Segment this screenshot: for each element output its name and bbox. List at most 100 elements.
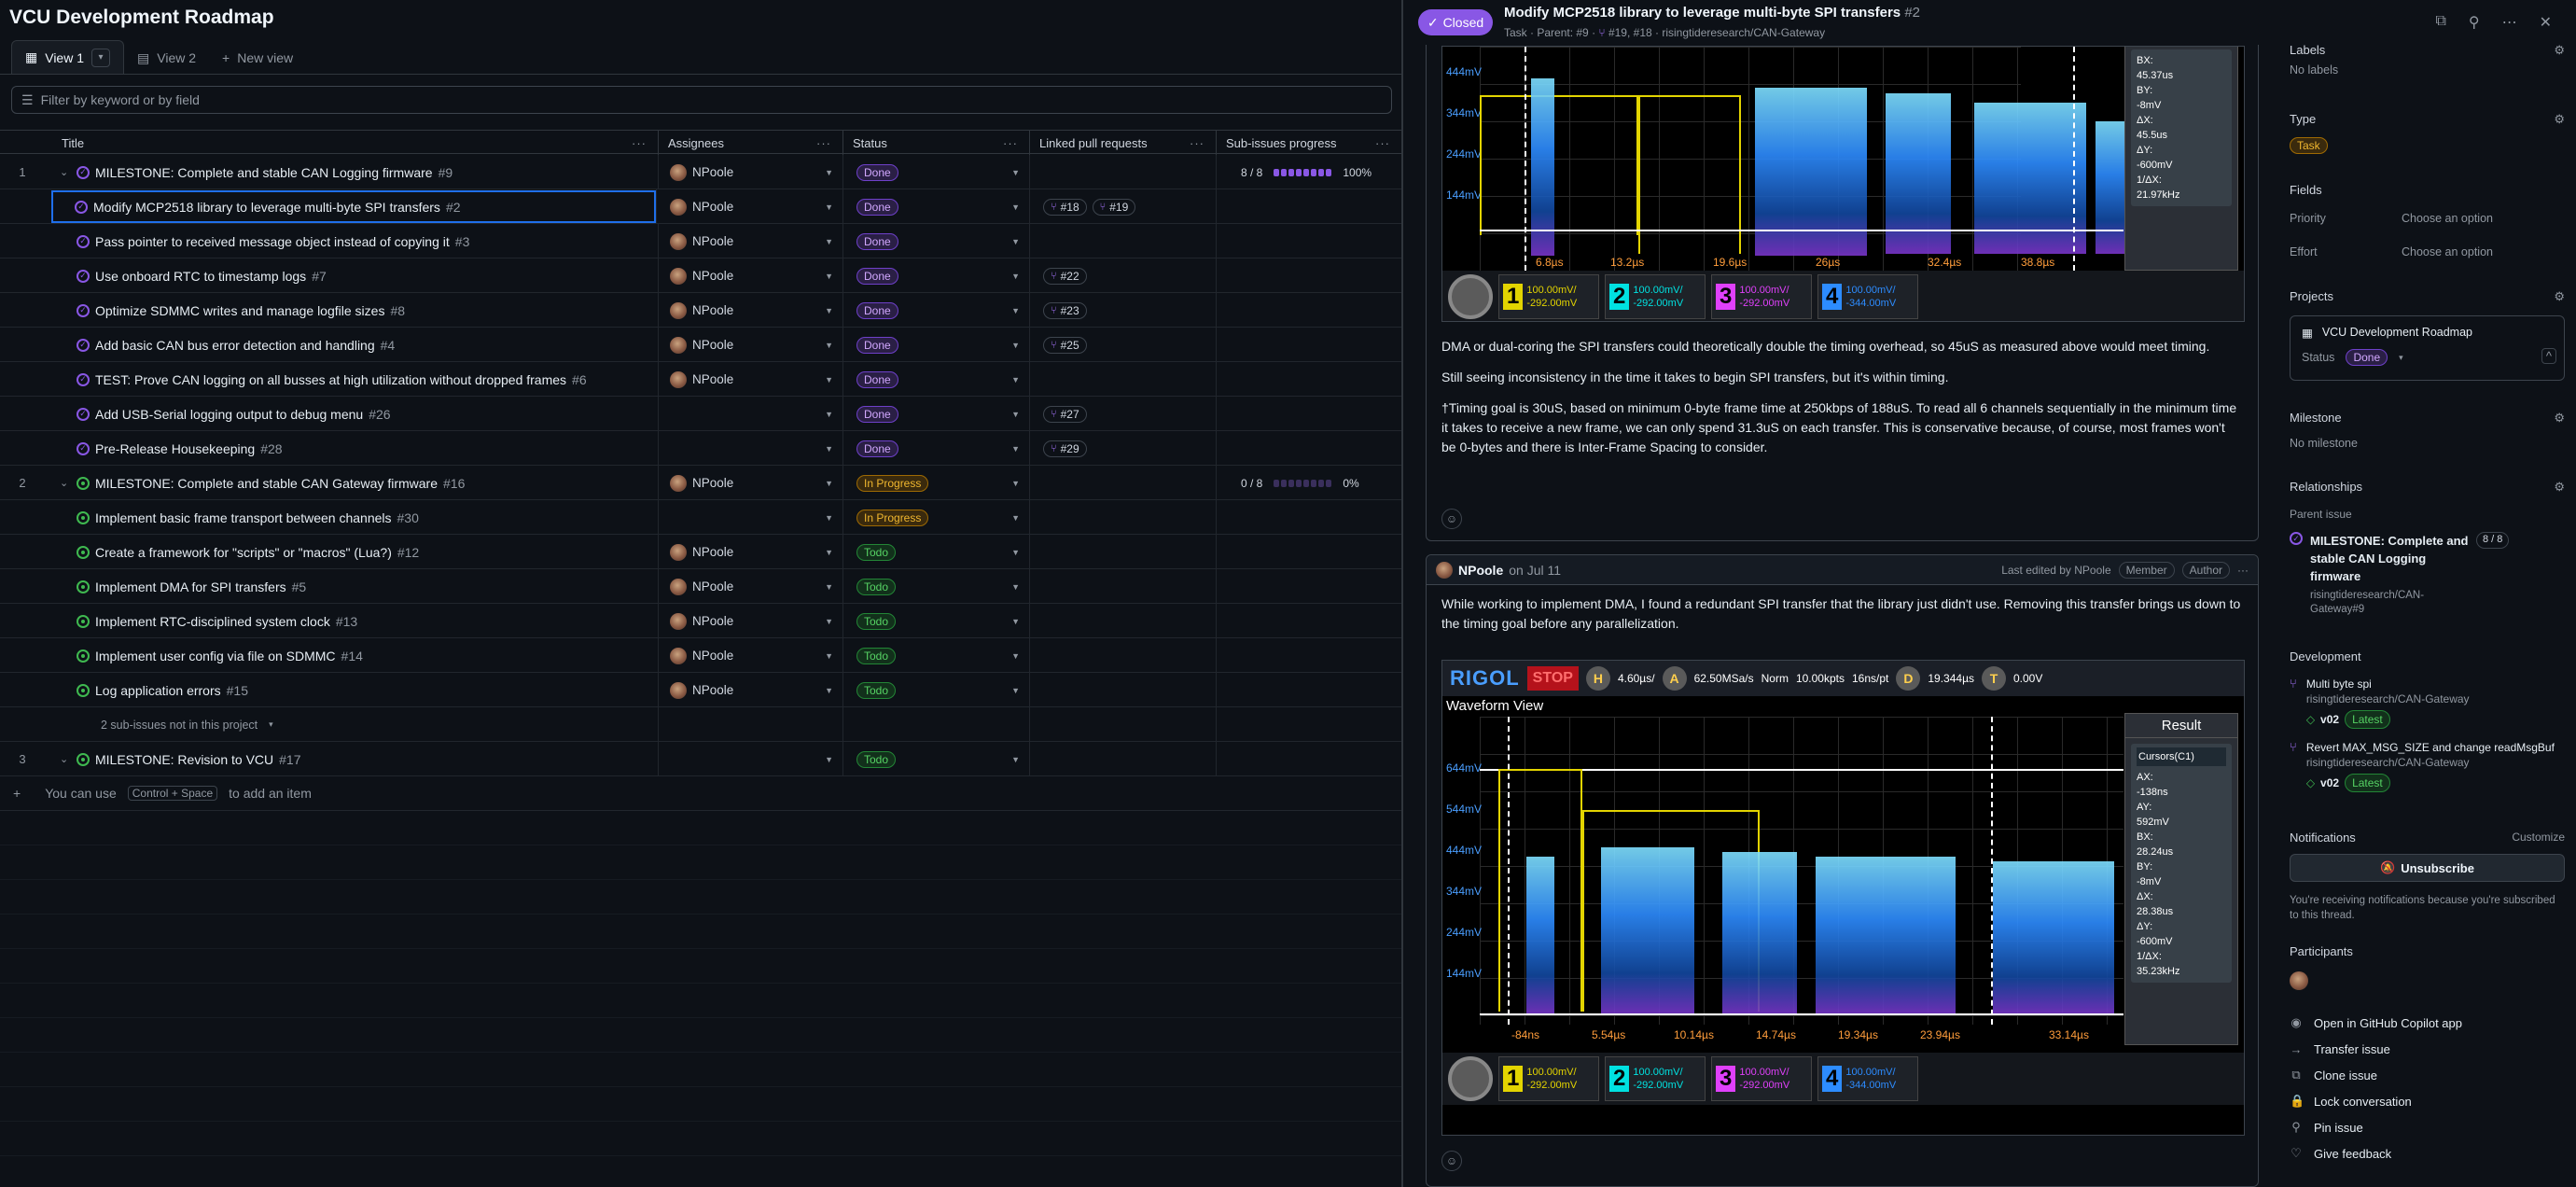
gear-icon[interactable]: ⚙ xyxy=(2554,289,2565,304)
more-icon[interactable]: ⋯ xyxy=(2502,13,2517,32)
assignee-cell[interactable]: NPoole ▼ xyxy=(659,155,843,189)
title-cell[interactable]: Use onboard RTC to timestamp logs #7 xyxy=(52,258,659,293)
more-icon[interactable]: ··· xyxy=(816,136,831,150)
title-cell[interactable]: Implement user config via file on SDMMC #… xyxy=(52,638,659,673)
assignee-cell[interactable]: NPoole ▼ xyxy=(659,569,843,604)
issue-title[interactable]: 2 sub-issues not in this project xyxy=(101,719,258,732)
title-cell[interactable]: ⌄ MILESTONE: Complete and stable CAN Logg… xyxy=(52,155,659,189)
chevron-down-icon[interactable]: ▼ xyxy=(1011,651,1020,661)
assignee-cell[interactable]: NPoole ▼ xyxy=(659,673,843,707)
table-row[interactable]: Implement basic frame transport between … xyxy=(0,500,1401,535)
assignee-cell[interactable]: NPoole ▼ xyxy=(659,604,843,638)
issue-title[interactable]: MILESTONE: Revision to VCU xyxy=(95,752,273,767)
chevron-down-icon[interactable]: ▼ xyxy=(825,410,833,419)
title-cell[interactable]: Implement basic frame transport between … xyxy=(52,500,659,535)
title-cell[interactable]: ⌄ MILESTONE: Complete and stable CAN Gate… xyxy=(52,466,659,500)
title-cell[interactable]: Add basic CAN bus error detection and ha… xyxy=(52,328,659,362)
table-row[interactable]: Add basic CAN bus error detection and ha… xyxy=(0,328,1401,362)
chevron-down-icon[interactable]: ▼ xyxy=(825,168,833,177)
title-cell[interactable]: Pass pointer to received message object … xyxy=(52,224,659,258)
chevron-down-icon[interactable]: ▼ xyxy=(1011,410,1020,419)
chevron-down-icon[interactable]: ▼ xyxy=(825,202,833,212)
pr-pill[interactable]: ⑂ #18 xyxy=(1043,198,1087,216)
assignee-cell[interactable]: NPoole ▼ xyxy=(659,535,843,569)
column-title[interactable]: Title ··· xyxy=(52,131,659,155)
chevron-down-icon[interactable]: ▼ xyxy=(1011,375,1020,384)
issue-title[interactable]: Implement basic frame transport between … xyxy=(95,510,392,525)
status-cell[interactable]: Todo ▼ xyxy=(843,742,1030,776)
comment-date[interactable]: on Jul 11 xyxy=(1509,563,1561,578)
status-cell[interactable]: Todo ▼ xyxy=(843,673,1030,707)
chevron-down-icon[interactable]: ▼ xyxy=(825,651,833,661)
channel-box[interactable]: 1 100.00mV/ -292.00mV xyxy=(1498,1056,1599,1101)
chevron-down-icon[interactable]: ▼ xyxy=(825,341,833,350)
table-row[interactable]: Implement DMA for SPI transfers #5 NPoole ▼… xyxy=(0,569,1401,604)
chevron-down-icon[interactable]: ▼ xyxy=(825,444,833,454)
add-item-row[interactable]: + You can use Control + Space to add an ite… xyxy=(0,776,1401,811)
issue-title[interactable]: Add USB-Serial logging output to debug m… xyxy=(95,407,363,422)
assignee-cell[interactable]: NPoole ▼ xyxy=(659,328,843,362)
status-cell[interactable]: Todo ▼ xyxy=(843,535,1030,569)
comment-author[interactable]: NPoole xyxy=(1458,563,1503,578)
issue-action[interactable]: ♡ Give feedback xyxy=(2290,1140,2565,1166)
issue-title[interactable]: Modify MCP2518 library to leverage multi… xyxy=(93,200,440,215)
linked-prs-cell[interactable] xyxy=(1030,638,1217,673)
assignee-cell[interactable]: NPoole ▼ xyxy=(659,362,843,397)
table-row[interactable]: Modify MCP2518 library to leverage multi… xyxy=(0,189,1401,224)
linked-prs-cell[interactable] xyxy=(1030,707,1217,742)
table-row[interactable]: 3 ⌄ MILESTONE: Revision to VCU #17 ▼ Todo ▼ xyxy=(0,742,1401,776)
linked-prs-cell[interactable]: ⑂ #25 xyxy=(1030,328,1217,362)
plus-icon[interactable]: + xyxy=(13,786,21,801)
table-row[interactable]: Add USB-Serial logging output to debug m… xyxy=(0,397,1401,431)
issue-action[interactable]: ⧉ Clone issue xyxy=(2290,1062,2565,1088)
add-reaction-icon[interactable]: ☺ xyxy=(1441,509,1462,529)
effort-select[interactable]: Choose an option xyxy=(2402,245,2493,258)
assignee-cell[interactable]: NPoole ▼ xyxy=(659,638,843,673)
new-view-button[interactable]: + New view xyxy=(209,42,306,74)
release-tag[interactable]: v02 xyxy=(2320,712,2339,727)
edited-history[interactable]: Last edited by NPoole xyxy=(2001,564,2110,577)
table-row[interactable]: Create a framework for "scripts" or "mac… xyxy=(0,535,1401,569)
chevron-down-icon[interactable]: ▼ xyxy=(1011,582,1020,592)
table-row[interactable]: 1 ⌄ MILESTONE: Complete and stable CAN Log… xyxy=(0,155,1401,189)
status-cell[interactable]: Done ▼ xyxy=(843,431,1030,466)
assignee-cell[interactable]: ▼ xyxy=(659,742,843,776)
priority-select[interactable]: Choose an option xyxy=(2402,212,2493,225)
title-cell[interactable]: Modify MCP2518 library to leverage multi… xyxy=(50,189,657,224)
chevron-down-icon[interactable]: ▼ xyxy=(1011,444,1020,454)
issue-title[interactable]: TEST: Prove CAN logging on all busses at… xyxy=(95,372,566,387)
filter-input[interactable]: ☰ Filter by keyword or by field xyxy=(11,86,1392,114)
close-icon[interactable]: ✕ xyxy=(2540,13,2552,32)
issue-title[interactable]: Implement RTC-disciplined system clock xyxy=(95,614,330,629)
issue-action[interactable]: 🔒 Lock conversation xyxy=(2290,1088,2565,1114)
issue-title[interactable]: Optimize SDMMC writes and manage logfile… xyxy=(95,303,384,318)
assignee-cell[interactable]: NPoole ▼ xyxy=(659,258,843,293)
more-icon[interactable]: ··· xyxy=(2237,564,2249,577)
status-value[interactable]: Done xyxy=(2346,349,2388,366)
title-cell[interactable]: 2 sub-issues not in this project ▾ xyxy=(52,707,659,742)
linked-prs-cell[interactable] xyxy=(1030,742,1217,776)
pr-pill[interactable]: ⑂ #19 xyxy=(1092,198,1136,216)
chevron-down-icon[interactable]: ▼ xyxy=(1011,306,1020,315)
chevron-down-icon[interactable]: ▾ xyxy=(269,719,273,730)
table-row[interactable]: Log application errors #15 NPoole ▼ Todo ▼ xyxy=(0,673,1401,707)
status-cell[interactable]: Done ▼ xyxy=(843,362,1030,397)
linked-prs-cell[interactable] xyxy=(1030,224,1217,258)
linked-prs-cell[interactable] xyxy=(1030,535,1217,569)
unsubscribe-button[interactable]: 🔕 Unsubscribe xyxy=(2290,854,2565,882)
channel-box[interactable]: 3 100.00mV/ -292.00mV xyxy=(1711,274,1812,319)
linked-prs-cell[interactable]: ⑂ #23 xyxy=(1030,293,1217,328)
linked-prs-cell[interactable]: ⑂ #27 xyxy=(1030,397,1217,431)
chevron-down-icon[interactable]: ⌄ xyxy=(60,753,71,765)
title-cell[interactable]: TEST: Prove CAN logging on all busses at… xyxy=(52,362,659,397)
table-row[interactable]: Optimize SDMMC writes and manage logfile… xyxy=(0,293,1401,328)
linked-prs-cell[interactable]: ⑂ #22 xyxy=(1030,258,1217,293)
pr-pill[interactable]: ⑂ #27 xyxy=(1043,405,1087,423)
chevron-down-icon[interactable]: ▼ xyxy=(825,306,833,315)
channel-box[interactable]: 2 100.00mV/ -292.00mV xyxy=(1605,274,1706,319)
chevron-down-icon[interactable]: ▾ xyxy=(2399,353,2403,363)
column-status[interactable]: Status ··· xyxy=(843,131,1030,155)
chevron-down-icon[interactable]: ⌄ xyxy=(60,166,71,178)
chevron-down-icon[interactable]: ▼ xyxy=(825,272,833,281)
issue-title[interactable]: Create a framework for "scripts" or "mac… xyxy=(95,545,392,560)
